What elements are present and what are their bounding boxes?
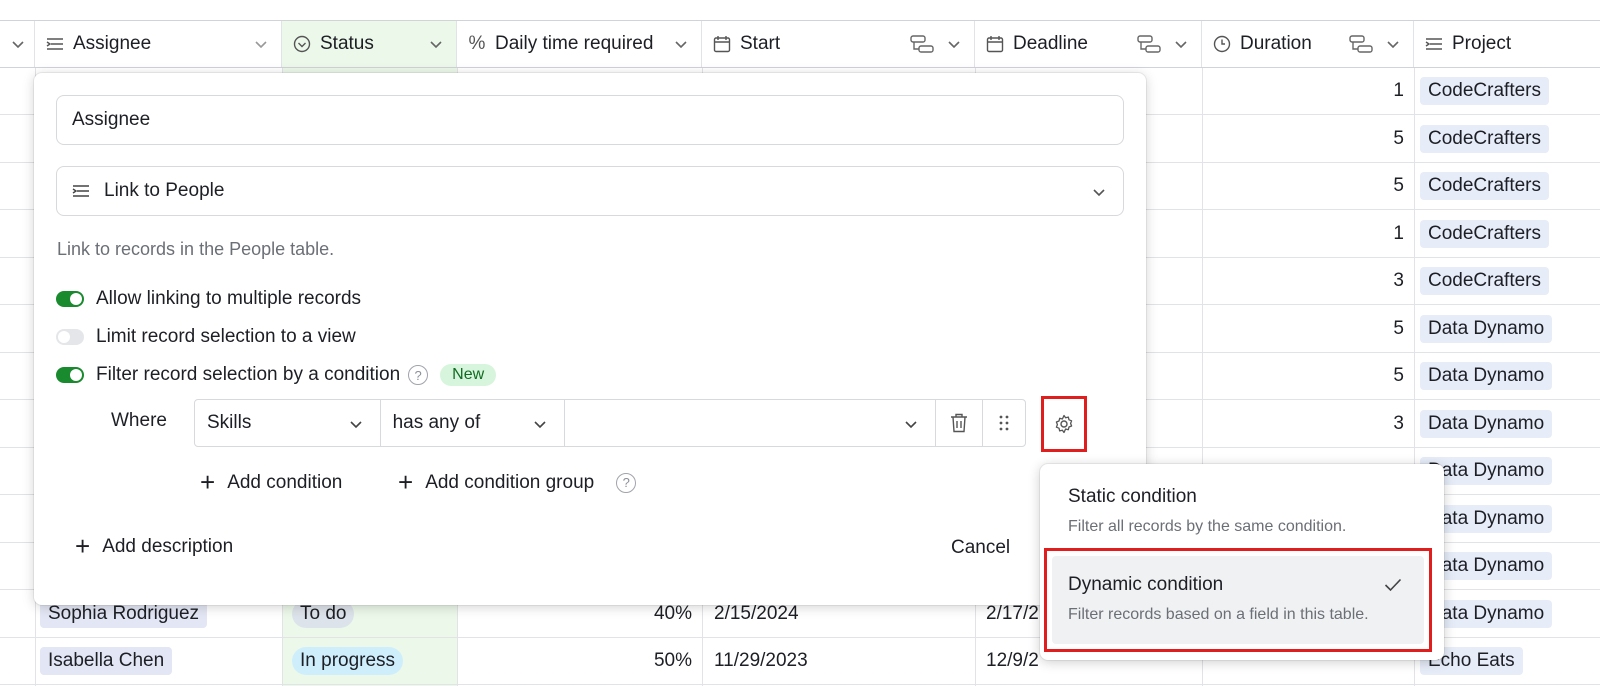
condition-type-popover: Static condition Filter all records by t…	[1040, 464, 1444, 660]
new-badge: New	[440, 364, 497, 386]
chevron-down-icon	[675, 41, 687, 49]
trash-icon	[951, 413, 968, 433]
status-icon	[292, 34, 312, 54]
toggle-row-view[interactable]: Limit record selection to a view	[56, 325, 356, 349]
condition-settings-button[interactable]	[1041, 396, 1087, 452]
daily-time-cell: 40%	[653, 602, 692, 624]
column-header-start[interactable]: Start	[702, 21, 975, 67]
deadline-cell: 2/17/2	[986, 602, 1039, 624]
start-date-cell: 2/15/2024	[714, 602, 799, 624]
chevron-down-icon	[349, 421, 362, 429]
project-chip: CodeCrafters	[1420, 219, 1549, 248]
duration-cell: 3	[1393, 412, 1404, 434]
dependency-icon[interactable]	[1349, 35, 1373, 53]
plus-icon: +	[398, 467, 414, 497]
chevron-down-icon	[255, 41, 267, 49]
plus-icon: +	[75, 531, 91, 561]
project-chip: Data Dynamo	[1420, 409, 1553, 438]
duration-cell: 3	[1393, 270, 1404, 291]
column-header-deadline[interactable]: Deadline	[975, 21, 1202, 67]
highlight-box	[1044, 548, 1432, 652]
chevron-down-icon	[1387, 41, 1399, 49]
toggle-row-filter[interactable]: Filter record selection by a condition ?…	[56, 363, 497, 387]
where-label: Where	[111, 410, 167, 431]
project-chip: Data Dynamo	[1420, 362, 1553, 390]
condition-row: Skills has any of	[194, 399, 1026, 447]
link-icon	[72, 184, 90, 198]
duration-cell: 1	[1393, 80, 1404, 101]
delete-condition-button[interactable]	[936, 400, 984, 446]
toggle-row-multiple[interactable]: Allow linking to multiple records	[56, 287, 361, 311]
field-type-select[interactable]: Link to People	[56, 166, 1124, 216]
toggle-filter-condition[interactable]	[56, 367, 84, 383]
condition-value-select[interactable]	[565, 400, 937, 446]
plus-icon: +	[200, 467, 216, 497]
status-chip: In progress	[292, 647, 404, 675]
duration-cell: 5	[1393, 317, 1404, 339]
project-chip: CodeCrafters	[1420, 77, 1549, 105]
static-condition-option[interactable]: Static condition Filter all records by t…	[1052, 474, 1424, 544]
column-header-project[interactable]: Project	[1414, 21, 1600, 67]
percent-icon: %	[468, 33, 486, 54]
chevron-down-icon	[1093, 189, 1105, 197]
add-description-button[interactable]: + Add description	[75, 531, 233, 562]
drag-handle-icon	[999, 415, 1009, 431]
condition-operator-select[interactable]: has any of	[381, 400, 566, 446]
column-header-hidden[interactable]	[0, 21, 35, 67]
column-header-status[interactable]: Status	[282, 21, 457, 67]
column-header-assignee[interactable]: Assignee	[35, 21, 282, 67]
column-header-duration[interactable]: Duration	[1202, 21, 1414, 67]
calendar-icon	[985, 34, 1005, 54]
calendar-icon	[712, 34, 732, 54]
deadline-cell: 12/9/2	[986, 650, 1039, 671]
chevron-down-icon	[1175, 41, 1187, 49]
field-config-dialog: Link to People Link to records in the Pe…	[34, 73, 1146, 605]
dependency-icon[interactable]	[910, 35, 934, 53]
clock-icon	[1212, 34, 1232, 54]
cancel-button[interactable]: Cancel	[951, 537, 1010, 559]
start-date-cell: 11/29/2023	[714, 650, 808, 671]
link-icon	[1424, 34, 1444, 54]
link-icon	[45, 34, 65, 54]
assignee-chip: Isabella Chen	[40, 647, 173, 675]
duration-cell: 1	[1393, 222, 1404, 244]
daily-time-cell: 50%	[653, 650, 692, 671]
chevron-down-icon	[905, 421, 917, 429]
toggle-multiple-records[interactable]	[56, 291, 84, 307]
gear-icon	[1055, 414, 1073, 434]
duration-cell: 5	[1393, 175, 1404, 196]
project-chip: Data Dynamo	[1420, 314, 1553, 343]
chevron-down-icon	[12, 41, 24, 49]
chevron-down-icon	[430, 41, 442, 49]
field-type-label: Link to People	[104, 180, 225, 201]
help-icon[interactable]: ?	[616, 472, 637, 493]
chevron-down-icon	[948, 41, 960, 49]
add-condition-group-button[interactable]: + Add condition group ?	[398, 467, 637, 498]
project-chip: CodeCrafters	[1420, 172, 1549, 200]
project-chip: CodeCrafters	[1420, 267, 1549, 295]
drag-handle[interactable]	[983, 400, 1025, 446]
condition-field-select[interactable]: Skills	[195, 400, 381, 446]
chevron-down-icon	[534, 421, 546, 429]
duration-cell: 5	[1393, 365, 1404, 386]
field-name-input-wrapper[interactable]	[56, 95, 1124, 145]
field-type-description: Link to records in the People table.	[57, 239, 335, 259]
toggle-limit-view[interactable]	[56, 329, 84, 345]
duration-cell: 5	[1393, 127, 1404, 149]
field-name-input[interactable]	[72, 109, 1123, 131]
add-condition-button[interactable]: + Add condition	[200, 467, 342, 498]
grid-header: Assignee Status % Daily time required St…	[0, 20, 1600, 68]
dependency-icon[interactable]	[1137, 35, 1161, 53]
column-header-daily-time[interactable]: % Daily time required	[457, 21, 702, 67]
help-icon[interactable]: ?	[408, 365, 429, 385]
project-chip: CodeCrafters	[1420, 124, 1549, 153]
